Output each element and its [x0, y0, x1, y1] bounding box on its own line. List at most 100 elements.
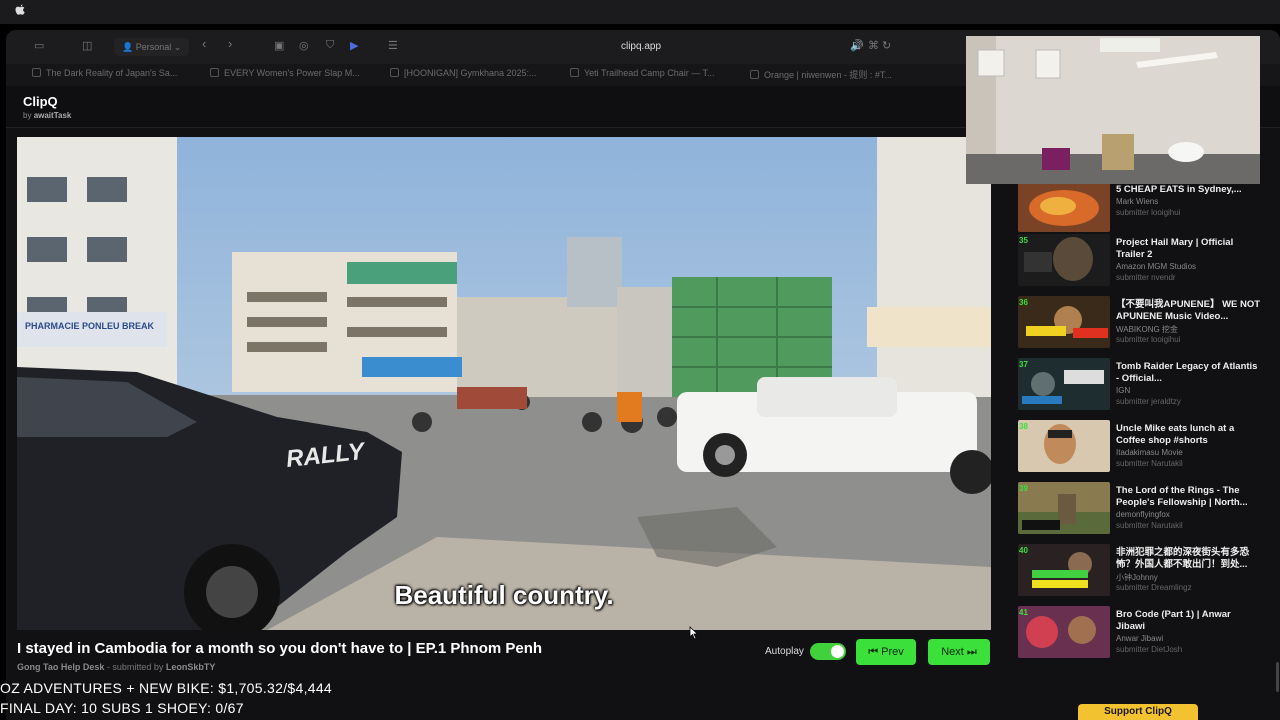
queue-item-number: 40 — [1019, 546, 1028, 555]
queue-item[interactable]: 37 Tomb Raider Legacy of Atlantis - Offi… — [1014, 358, 1264, 416]
video-frame: PHARMACIE PONLEU BREAK RALLY — [17, 137, 991, 630]
profile-label: Personal — [135, 42, 172, 52]
queue-item[interactable]: 36 【不要叫我APUNENE】 WE NOT APUNENE Music Vi… — [1014, 296, 1264, 354]
shield-icon[interactable]: ⛉ — [326, 39, 334, 55]
queue-item-channel: Mark Wiens — [1116, 197, 1159, 206]
support-button[interactable]: Support ClipQ — [1078, 704, 1198, 720]
queue-item-submitter: submitter Dreamlingz — [1116, 583, 1192, 592]
queue-item-submitter: submitter looigihui — [1116, 335, 1181, 344]
video-meta: Gong Tao Help Desk - submitted by LeonSk… — [17, 662, 215, 672]
tab-item[interactable]: Orange | niwenwen - 提则 : #T... — [750, 68, 914, 82]
page-scrollbar[interactable] — [1276, 662, 1279, 692]
queue-list: 5 CHEAP EATS in Sydney,... Mark Wiens su… — [1014, 180, 1264, 680]
queue-item[interactable]: 38 Uncle Mike eats lunch at a Coffee sho… — [1014, 420, 1264, 478]
queue-item-title: 非洲犯罪之都的深夜街头有多恐怖？外国人都不敢出门！到处... — [1116, 547, 1250, 570]
queue-item-channel: Amazon MGM Studios — [1116, 262, 1197, 271]
video-channel[interactable]: Gong Tao Help Desk — [17, 662, 104, 672]
queue-item-channel: WABIKONG 挖金 — [1116, 325, 1178, 334]
queue-item[interactable]: 5 CHEAP EATS in Sydney,... Mark Wiens su… — [1014, 180, 1264, 238]
queue-item-channel: IGN — [1116, 386, 1131, 395]
tab-favicon-icon — [390, 68, 399, 77]
translate-icon[interactable]: ⌘ — [868, 39, 879, 55]
queue-item-number: 36 — [1019, 298, 1028, 307]
tab-favicon-icon — [32, 68, 41, 77]
queue-item-title: Tomb Raider Legacy of Atlantis - Officia… — [1116, 361, 1258, 384]
webcam-overlay — [966, 36, 1260, 184]
queue-thumbnail — [1018, 420, 1110, 472]
queue-thumbnail — [1018, 358, 1110, 410]
forward-icon[interactable]: › — [228, 36, 232, 52]
queue-thumbnail — [1018, 296, 1110, 348]
profile-button[interactable]: 👤 Personal ⌄ — [114, 38, 190, 56]
tab-label: The Dark Reality of Japan's Sa... — [46, 68, 178, 78]
queue-item-channel: demonflyingfox — [1116, 510, 1170, 519]
queue-item-title: Project Hail Mary | Official Trailer 2 — [1116, 237, 1234, 260]
prev-button[interactable]: ⏮ Prev — [856, 639, 916, 665]
audio-icon[interactable]: 🔊 — [850, 39, 864, 55]
queue-item-number: 41 — [1019, 608, 1028, 617]
privacy-icon[interactable]: ◎ — [299, 39, 309, 55]
queue-item-title: 5 CHEAP EATS in Sydney,... — [1116, 184, 1242, 195]
video-title: I stayed in Cambodia for a month so you … — [17, 640, 543, 657]
media-icon[interactable]: ▶ — [350, 39, 358, 55]
queue-item[interactable]: 40 非洲犯罪之都的深夜街头有多恐怖？外国人都不敢出门！到处... 小钟John… — [1014, 544, 1264, 602]
tab-favicon-icon — [210, 68, 219, 77]
pharmacie-sign: PHARMACIE PONLEU BREAK — [25, 321, 155, 331]
queue-item-title: 【不要叫我APUNENE】 WE NOT APUNENE Music Video… — [1116, 299, 1261, 322]
stream-goal-line2: FINAL DAY: 10 SUBS 1 SHOEY: 0/67 — [0, 700, 244, 716]
tab-label: EVERY Women's Power Slap M... — [224, 68, 360, 78]
queue-item-title: Bro Code (Part 1) | Anwar Jibawi — [1116, 609, 1231, 632]
queue-item[interactable]: 39 The Lord of the Rings - The People's … — [1014, 482, 1264, 540]
tab-label: Orange | niwenwen - 提则 : #T... — [764, 70, 892, 80]
sidebar-toggle-icon[interactable]: ◫ — [82, 39, 92, 55]
autoplay-toggle[interactable] — [810, 643, 846, 660]
queue-thumbnail — [1018, 482, 1110, 534]
queue-item-submitter: submitter nvendr — [1116, 273, 1176, 282]
queue-thumbnail — [1018, 544, 1110, 596]
queue-item-title: The Lord of the Rings - The People's Fel… — [1116, 485, 1248, 508]
extension-icon[interactable]: ▣ — [274, 39, 284, 55]
reader-icon[interactable]: ☰ — [388, 39, 398, 55]
queue-item-number: 37 — [1019, 360, 1028, 369]
queue-item-number: 39 — [1019, 484, 1028, 493]
queue-item-channel: Anwar Jibawi — [1116, 634, 1164, 643]
queue-item-channel: Itadakimasu Movie — [1116, 448, 1183, 457]
app-byline: by awaitTask — [23, 111, 71, 120]
video-player[interactable]: PHARMACIE PONLEU BREAK RALLY Beautiful c… — [17, 137, 991, 630]
tab-item[interactable]: Yeti Trailhead Camp Chair — T... — [570, 68, 730, 82]
tab-item[interactable]: EVERY Women's Power Slap M... — [210, 68, 370, 82]
queue-item-channel: 小钟Johnny — [1116, 573, 1158, 582]
address-bar[interactable]: clipq.app — [566, 41, 716, 52]
back-icon[interactable]: ‹ — [202, 36, 206, 52]
queue-item[interactable]: 41 Bro Code (Part 1) | Anwar Jibawi Anwa… — [1014, 606, 1264, 664]
tab-item[interactable]: [HOONIGAN] Gymkhana 2025:... — [390, 68, 550, 82]
queue-item-submitter: submitter DietJosh — [1116, 645, 1183, 654]
byline-prefix: by — [23, 111, 32, 120]
byline-name: awaitTask — [33, 111, 72, 120]
tab-item[interactable]: The Dark Reality of Japan's Sa... — [32, 68, 192, 82]
app-logo[interactable]: ClipQ — [23, 94, 58, 109]
next-button[interactable]: Next ⏭ — [928, 639, 990, 665]
queue-thumbnail — [1018, 180, 1110, 232]
queue-item[interactable]: 35 Project Hail Mary | Official Trailer … — [1014, 234, 1264, 292]
stream-goal-line1: OZ ADVENTURES + NEW BIKE: $1,705.32/$4,4… — [0, 680, 333, 696]
apple-icon[interactable] — [14, 4, 26, 18]
queue-item-submitter: submitter looigihui — [1116, 208, 1181, 217]
macos-menu-bar — [0, 0, 1280, 24]
queue-item-title: Uncle Mike eats lunch at a Coffee shop #… — [1116, 423, 1235, 446]
tab-label: Yeti Trailhead Camp Chair — T... — [584, 68, 715, 78]
mouse-cursor-icon — [689, 626, 699, 640]
video-subtitle: Beautiful country. — [394, 580, 614, 610]
window-icon[interactable]: ▭ — [34, 39, 44, 55]
tab-favicon-icon — [750, 70, 759, 79]
video-submitter[interactable]: LeonSkbTY — [166, 662, 216, 672]
webcam-feed — [966, 36, 1260, 184]
queue-thumbnail — [1018, 606, 1110, 658]
reload-icon[interactable]: ↻ — [882, 39, 891, 55]
queue-thumbnail — [1018, 234, 1110, 286]
queue-item-submitter: submitter Narutakil — [1116, 459, 1183, 468]
tab-favicon-icon — [570, 68, 579, 77]
autoplay-label: Autoplay — [765, 646, 804, 657]
queue-item-submitter: submitter jeraldtzy — [1116, 397, 1181, 406]
submitted-by-prefix: - submitted by — [106, 662, 164, 672]
